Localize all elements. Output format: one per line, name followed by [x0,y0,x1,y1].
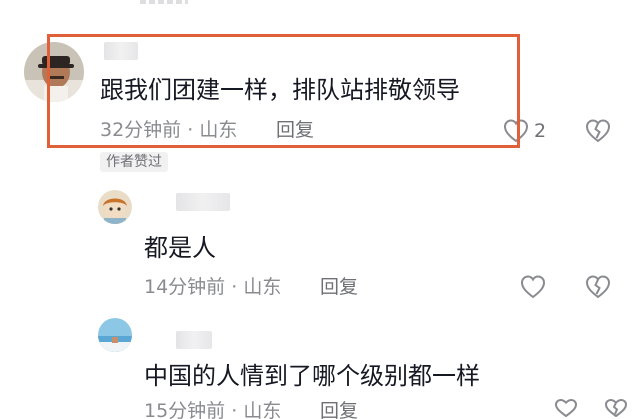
broken-heart-icon [585,275,611,299]
previous-item-fragment [140,0,188,4]
comment-feed: 跟我们团建一样，排队站排敬领导 32分钟前 · 山东 回复 2 作者赞过 都是人 [0,0,640,419]
comment-text-3: 中国的人情到了哪个级别都一样 [144,362,480,390]
like-button-2[interactable] [519,273,547,301]
username-comment-3[interactable] [176,331,212,349]
like-count-1: 2 [534,119,547,142]
author-liked-badge: 作者赞过 [100,152,168,172]
comment-meta-3: 15分钟前 · 山东 [144,402,281,419]
comment-text-2: 都是人 [144,234,216,262]
comment-location: 山东 [243,276,282,298]
meta-separator: · [231,276,238,298]
broken-heart-icon[interactable] [602,397,636,417]
avatar-image [98,318,132,352]
reply-button-2[interactable]: 回复 [320,278,358,297]
broken-heart-icon [585,119,611,143]
dislike-button-1[interactable] [584,117,612,145]
avatar-image [98,190,132,224]
comment-time: 14分钟前 [144,276,226,298]
meta-separator: · [231,400,238,419]
username-comment-2[interactable] [176,193,230,211]
avatar-comment-2[interactable] [98,190,132,224]
comment-time: 15分钟前 [144,400,226,419]
dislike-button-2[interactable] [584,273,612,301]
avatar-comment-3[interactable] [98,318,132,352]
comment-location: 山东 [243,400,282,419]
heart-outline-icon [520,275,546,299]
highlight-box [47,34,520,148]
heart-outline-icon[interactable] [552,397,586,417]
reply-button-3[interactable]: 回复 [320,402,358,419]
bottom-corner-icons [552,397,636,417]
comment-meta-2: 14分钟前 · 山东 [144,278,281,297]
